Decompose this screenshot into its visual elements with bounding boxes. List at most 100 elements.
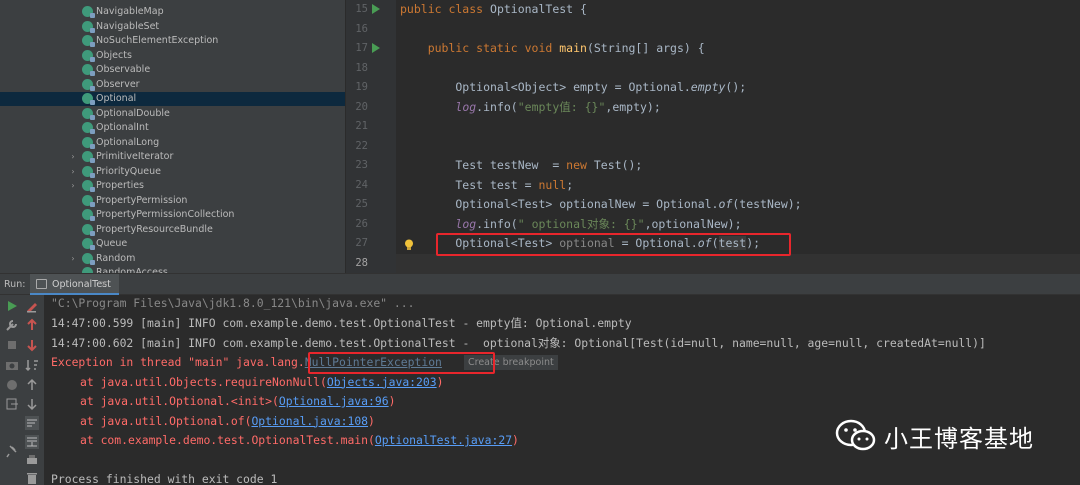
tree-item[interactable]: PropertyPermission <box>0 193 346 208</box>
close-tab-icon[interactable]: × <box>100 274 108 295</box>
chevron-right-icon[interactable]: › <box>68 181 78 190</box>
tree-item[interactable]: NavigableSet <box>0 19 346 34</box>
wrench-icon[interactable] <box>4 317 20 333</box>
soft-wrap-icon[interactable] <box>24 415 40 431</box>
tree-item[interactable]: RandomAccess <box>0 266 346 273</box>
line-number[interactable]: 23 <box>346 156 368 176</box>
tree-item-label: Objects <box>96 49 132 61</box>
class-icon <box>82 93 95 106</box>
sort-icon[interactable] <box>24 357 40 373</box>
tree-item-label: OptionalDouble <box>96 107 170 119</box>
class-icon <box>82 20 95 33</box>
console-log-2: 14:47:00.602 [main] INFO com.example.dem… <box>51 335 986 350</box>
line-number[interactable]: 15 <box>346 0 368 20</box>
stop-icon[interactable] <box>4 337 20 353</box>
run-class-icon[interactable] <box>372 4 380 14</box>
line-number[interactable]: 25 <box>346 195 368 215</box>
class-icon <box>82 238 95 251</box>
line-number[interactable]: 22 <box>346 137 368 157</box>
arrow-down-icon[interactable] <box>24 337 40 353</box>
line-number[interactable]: 20 <box>346 98 368 118</box>
run-label: Run: <box>4 279 26 290</box>
project-tree: NavigableMap NavigableSet NoSuchElementExc… <box>0 0 346 273</box>
class-icon <box>82 107 95 120</box>
tree-item[interactable]: OptionalDouble <box>0 106 346 121</box>
class-icon <box>82 78 95 91</box>
tree-item-label: OptionalInt <box>96 122 149 134</box>
line-number[interactable]: 18 <box>346 59 368 79</box>
tree-item-label: Random <box>96 252 136 264</box>
tree-item-label: NoSuchElementException <box>96 35 219 47</box>
line-number[interactable]: 17 <box>346 39 368 59</box>
chevron-right-icon[interactable]: › <box>68 152 78 161</box>
class-icon <box>82 151 95 164</box>
camera-icon[interactable] <box>4 357 20 373</box>
line-number[interactable]: 26 <box>346 215 368 235</box>
line-number[interactable]: 21 <box>346 117 368 137</box>
trash-icon[interactable] <box>24 470 40 485</box>
tree-item[interactable]: › Random <box>0 251 346 266</box>
annotation-box-code <box>436 233 791 256</box>
class-icon <box>82 223 95 236</box>
tree-item[interactable]: › PriorityQueue <box>0 164 346 179</box>
stack-trace-link[interactable]: OptionalTest.java:27 <box>375 433 512 447</box>
exit-icon[interactable] <box>4 396 20 412</box>
code-line-24: Test test = null; <box>400 177 574 192</box>
line-number[interactable]: 27 <box>346 234 368 254</box>
tree-item-label: PropertyPermission <box>96 194 188 206</box>
stack-trace-link[interactable]: Optional.java:96 <box>279 394 389 408</box>
class-icon <box>82 209 95 222</box>
line-number[interactable]: 28 <box>346 254 368 274</box>
tree-item[interactable]: NoSuchElementException <box>0 34 346 49</box>
tree-item-label: Observable <box>96 64 151 76</box>
code-line-20: log.info("empty值: {}",empty); <box>455 99 661 114</box>
tree-item[interactable]: Observable <box>0 63 346 78</box>
tree-item[interactable]: Observer <box>0 77 346 92</box>
tree-item[interactable]: PropertyPermissionCollection <box>0 208 346 223</box>
tree-item[interactable]: Objects <box>0 48 346 63</box>
tree-item[interactable]: › Properties <box>0 179 346 194</box>
code-line-26: log.info(" optional对象: {}",optionalNew); <box>455 216 742 231</box>
console-icon <box>36 279 47 289</box>
tree-item-label: Queue <box>96 238 128 250</box>
edit-configuration-icon[interactable] <box>24 298 40 314</box>
code-line-25: Optional<Test> optionalNew = Optional.of… <box>400 197 802 211</box>
arrow-down-icon[interactable] <box>24 396 40 412</box>
stack-trace-link[interactable]: Objects.java:203 <box>327 375 437 389</box>
watermark: 小王博客基地 <box>834 416 1054 456</box>
watermark-text: 小王博客基地 <box>884 424 1034 453</box>
tree-item[interactable]: PropertyResourceBundle <box>0 222 346 237</box>
run-toolbar: Run: OptionalTest × <box>0 273 1080 295</box>
code-line-15: public class OptionalTest { <box>400 2 587 16</box>
tree-item[interactable]: › PrimitiveIterator <box>0 150 346 165</box>
dump-threads-icon[interactable] <box>4 377 20 393</box>
tree-item[interactable]: Queue <box>0 237 346 252</box>
tree-item[interactable]: Optional <box>0 91 346 106</box>
code-line-19: Optional<Object> empty = Optional.empty(… <box>400 80 747 94</box>
class-icon <box>82 49 95 62</box>
tree-item-label: NavigableSet <box>96 20 160 32</box>
stack-trace-line: at com.example.demo.test.OptionalTest.ma… <box>80 433 519 447</box>
chevron-right-icon[interactable]: › <box>68 254 78 263</box>
line-number[interactable]: 16 <box>346 20 368 40</box>
print-icon[interactable] <box>24 452 40 468</box>
rerun-icon[interactable] <box>4 298 20 314</box>
arrow-up-icon[interactable] <box>24 317 40 333</box>
line-number[interactable]: 24 <box>346 176 368 196</box>
arrow-up-icon[interactable] <box>24 377 40 393</box>
stack-trace-link[interactable]: Optional.java:108 <box>251 414 368 428</box>
tree-item-label: Observer <box>96 78 140 90</box>
wechat-icon <box>835 419 876 451</box>
chevron-right-icon[interactable]: › <box>68 167 78 176</box>
class-icon <box>82 180 95 193</box>
lightbulb-icon[interactable] <box>404 239 414 251</box>
class-icon <box>82 136 95 149</box>
scroll-to-end-icon[interactable] <box>24 434 40 450</box>
run-main-icon[interactable] <box>372 43 380 53</box>
tree-item-label: PropertyResourceBundle <box>96 223 213 235</box>
tree-item[interactable]: OptionalInt <box>0 121 346 136</box>
line-number[interactable]: 19 <box>346 78 368 98</box>
tree-item[interactable]: NavigableMap <box>0 5 346 20</box>
pin-icon[interactable] <box>4 443 20 459</box>
tree-item[interactable]: OptionalLong <box>0 135 346 150</box>
